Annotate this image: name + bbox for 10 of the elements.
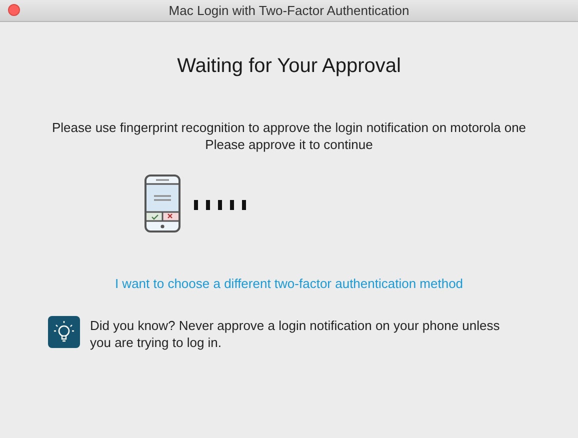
instruction-text: Please use fingerprint recognition to approve the login notification on motorola one <box>52 119 526 136</box>
lightbulb-icon <box>48 316 80 348</box>
window-title: Mac Login with Two-Factor Authentication <box>168 3 410 18</box>
progress-dots-drawing <box>194 200 248 210</box>
instruction-text: Please approve it to continue <box>204 136 374 153</box>
close-button[interactable] <box>8 4 20 16</box>
alternative-method-link[interactable]: I want to choose a different two-factor authentication method <box>114 276 464 291</box>
heading: Waiting for Your Approval <box>177 55 401 78</box>
phone-icon <box>144 174 181 233</box>
tip-text: Did you know? Never approve a login notification on your phone unless you are trying to log in. <box>90 317 501 351</box>
